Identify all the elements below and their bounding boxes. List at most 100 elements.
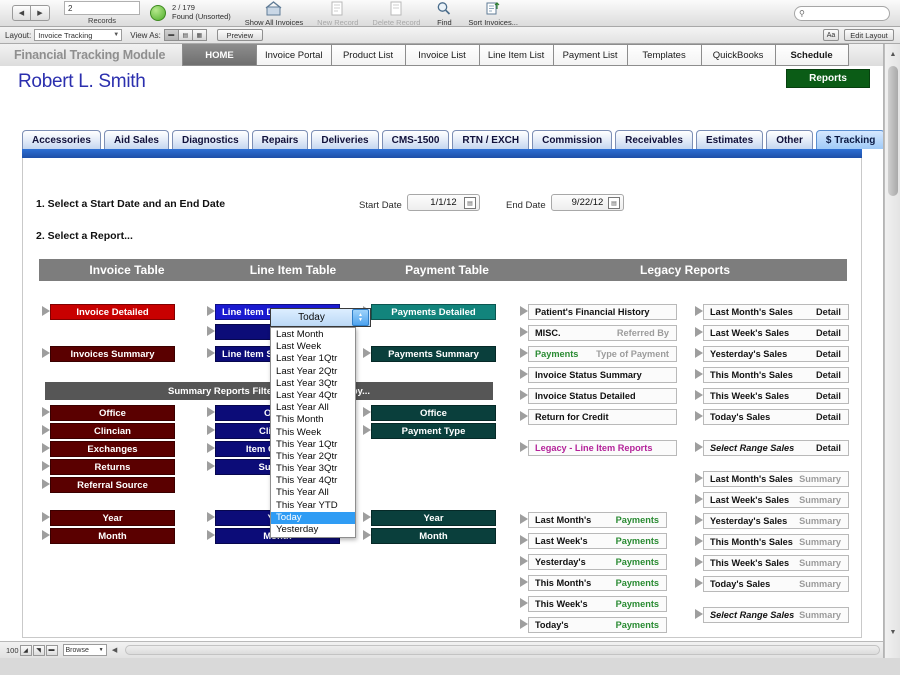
- invoice-detailed-button[interactable]: Invoice Detailed: [50, 304, 175, 320]
- toolbar-button-new-record[interactable]: New Record: [317, 0, 358, 27]
- reports-button[interactable]: Reports: [786, 69, 870, 88]
- subtab-repairs[interactable]: Repairs: [251, 130, 309, 149]
- subtab-commission[interactable]: Commission: [532, 130, 613, 149]
- legacy-misc-button[interactable]: MISC. Referred By: [528, 325, 677, 341]
- menu-item-this-year-1qtr[interactable]: This Year 1Qtr: [271, 439, 355, 451]
- record-pie-icon[interactable]: [150, 5, 166, 21]
- invoice-by-returns-button[interactable]: Returns: [50, 459, 175, 475]
- menu-item-this-month[interactable]: This Month: [271, 414, 355, 426]
- zoom-controls[interactable]: 100 ◢ ◥ ▬: [3, 644, 58, 656]
- tab-invoice-portal[interactable]: Invoice Portal: [256, 44, 331, 66]
- payments-todays-button[interactable]: Today's Payments: [528, 617, 667, 633]
- subtab-accessories[interactable]: Accessories: [22, 130, 101, 149]
- menu-item-this-year-3qtr[interactable]: This Year 3Qtr: [271, 463, 355, 475]
- subtab-dollar-tracking[interactable]: $ Tracking: [815, 130, 883, 149]
- subtab-deliveries[interactable]: Deliveries: [311, 130, 379, 149]
- menu-item-yesterday[interactable]: Yesterday: [271, 524, 355, 536]
- invoices-summary-button[interactable]: Invoices Summary: [50, 346, 175, 362]
- menu-item-this-year-2qtr[interactable]: This Year 2Qtr: [271, 451, 355, 463]
- date-preset-select[interactable]: Today ▲ ▼: [270, 308, 371, 327]
- payment-by-office-button[interactable]: Office: [371, 405, 496, 421]
- view-as-list-icon[interactable]: ▤: [177, 29, 193, 41]
- search-input[interactable]: ⚲: [794, 5, 890, 21]
- tab-line-item-list[interactable]: Line Item List: [478, 44, 553, 66]
- scroll-down-icon[interactable]: ▼: [885, 624, 900, 640]
- payments-last-months-button[interactable]: Last Month's Payments: [528, 512, 667, 528]
- subtab-diagnostics[interactable]: Diagnostics: [171, 130, 249, 149]
- sales-summary-yesterday-button[interactable]: Yesterday's Sales Summary: [703, 513, 849, 529]
- tab-home[interactable]: HOME: [182, 44, 256, 66]
- menu-item-this-year-4qtr[interactable]: This Year 4Qtr: [271, 475, 355, 487]
- payments-summary-button[interactable]: Payments Summary: [371, 346, 496, 362]
- payment-by-year-button[interactable]: Year: [371, 510, 496, 526]
- record-navigation[interactable]: ◀ ▶: [12, 5, 50, 21]
- vertical-scroll-thumb[interactable]: [888, 66, 898, 196]
- payments-detailed-button[interactable]: Payments Detailed: [371, 304, 496, 320]
- menu-item-last-year-3qtr[interactable]: Last Year 3Qtr: [271, 378, 355, 390]
- previous-record-icon[interactable]: ◀: [12, 5, 31, 21]
- sales-summary-this-week-button[interactable]: This Week's Sales Summary: [703, 555, 849, 571]
- payments-yesterdays-button[interactable]: Yesterday's Payments: [528, 554, 667, 570]
- menu-item-last-month[interactable]: Last Month: [271, 329, 355, 341]
- menu-item-today[interactable]: Today: [271, 511, 355, 524]
- sales-detail-this-month-button[interactable]: This Month's Sales Detail: [703, 367, 849, 383]
- subtab-cms-1500[interactable]: CMS-1500: [381, 130, 450, 149]
- view-as-group[interactable]: ▬ ▤ ▦: [163, 29, 207, 41]
- subtab-receivables[interactable]: Receivables: [615, 130, 693, 149]
- scroll-up-icon[interactable]: ▲: [885, 46, 900, 62]
- tab-invoice-list[interactable]: Invoice List: [404, 44, 479, 66]
- menu-item-last-year-all[interactable]: Last Year All: [271, 402, 355, 414]
- horizontal-scrollbar[interactable]: 100 ◢ ◥ ▬ Browse ▼ ◀: [0, 641, 883, 658]
- menu-item-this-year-all[interactable]: This Year All: [271, 487, 355, 499]
- subtab-estimates[interactable]: Estimates: [695, 130, 764, 149]
- sales-summary-today-button[interactable]: Today's Sales Summary: [703, 576, 849, 592]
- invoice-by-referral-source-button[interactable]: Referral Source: [50, 477, 175, 493]
- view-as-table-icon[interactable]: ▦: [191, 29, 207, 41]
- invoice-by-month-button[interactable]: Month: [50, 528, 175, 544]
- tab-product-list[interactable]: Product List: [330, 44, 405, 66]
- subtab-rtn-exch[interactable]: RTN / EXCH: [452, 130, 530, 149]
- invoice-by-office-button[interactable]: Office: [50, 405, 175, 421]
- tab-templates[interactable]: Templates: [626, 44, 701, 66]
- invoice-by-clinician-button[interactable]: Clincian: [50, 423, 175, 439]
- layout-select[interactable]: Invoice Tracking ▼: [34, 29, 123, 41]
- search-field[interactable]: [804, 7, 883, 19]
- view-as-form-icon[interactable]: ▬: [163, 29, 179, 41]
- sales-summary-select-range-button[interactable]: Select Range Sales Summary: [703, 607, 849, 623]
- sales-summary-last-week-button[interactable]: Last Week's Sales Summary: [703, 492, 849, 508]
- payments-this-weeks-button[interactable]: This Week's Payments: [528, 596, 667, 612]
- vertical-scrollbar[interactable]: ▲ ▼: [884, 44, 900, 658]
- menu-item-last-week[interactable]: Last Week: [271, 341, 355, 353]
- end-date-field[interactable]: 9/22/12 ▤: [551, 194, 624, 211]
- zoom-in-icon[interactable]: ◥: [32, 644, 45, 656]
- subtab-aid-sales[interactable]: Aid Sales: [103, 130, 169, 149]
- mode-select[interactable]: Browse ▼: [62, 644, 107, 656]
- menu-item-this-week[interactable]: This Week: [271, 427, 355, 439]
- text-format-button[interactable]: Aa: [823, 29, 839, 41]
- legacy-payments-button[interactable]: Payments Type of Payment: [528, 346, 677, 362]
- sales-detail-select-range-button[interactable]: Select Range Sales Detail: [703, 440, 849, 456]
- menu-item-last-year-4qtr[interactable]: Last Year 4Qtr: [271, 390, 355, 402]
- toolbar-button-sort-invoices[interactable]: Sort Invoices...: [468, 0, 518, 27]
- record-number-input[interactable]: 2: [64, 1, 140, 15]
- preview-button[interactable]: Preview: [216, 29, 263, 41]
- date-preset-menu[interactable]: Last Month Last Week Last Year 1Qtr Last…: [270, 327, 356, 539]
- sales-detail-this-week-button[interactable]: This Week's Sales Detail: [703, 388, 849, 404]
- invoice-by-year-button[interactable]: Year: [50, 510, 175, 526]
- next-record-icon[interactable]: ▶: [31, 5, 50, 21]
- legacy-line-item-reports-button[interactable]: Legacy - Line Item Reports: [528, 440, 677, 456]
- toolbar-button-delete-record[interactable]: Delete Record: [372, 0, 420, 27]
- horizontal-scroll-thumb[interactable]: [124, 645, 880, 655]
- zoom-out-icon[interactable]: ◢: [19, 644, 32, 656]
- stepper-icon[interactable]: ▲▼: [352, 309, 369, 326]
- calendar-icon[interactable]: ▤: [464, 197, 476, 209]
- toolbar-button-show-all-invoices[interactable]: Show All Invoices: [245, 0, 303, 27]
- menu-item-last-year-2qtr[interactable]: Last Year 2Qtr: [271, 366, 355, 378]
- edit-layout-button[interactable]: Edit Layout: [844, 29, 894, 41]
- sales-summary-this-month-button[interactable]: This Month's Sales Summary: [703, 534, 849, 550]
- sales-detail-last-week-button[interactable]: Last Week's Sales Detail: [703, 325, 849, 341]
- sales-summary-last-month-button[interactable]: Last Month's Sales Summary: [703, 471, 849, 487]
- toolbar-button-find[interactable]: Find: [434, 0, 454, 27]
- legacy-invoice-status-summary-button[interactable]: Invoice Status Summary: [528, 367, 677, 383]
- tab-payment-list[interactable]: Payment List: [552, 44, 627, 66]
